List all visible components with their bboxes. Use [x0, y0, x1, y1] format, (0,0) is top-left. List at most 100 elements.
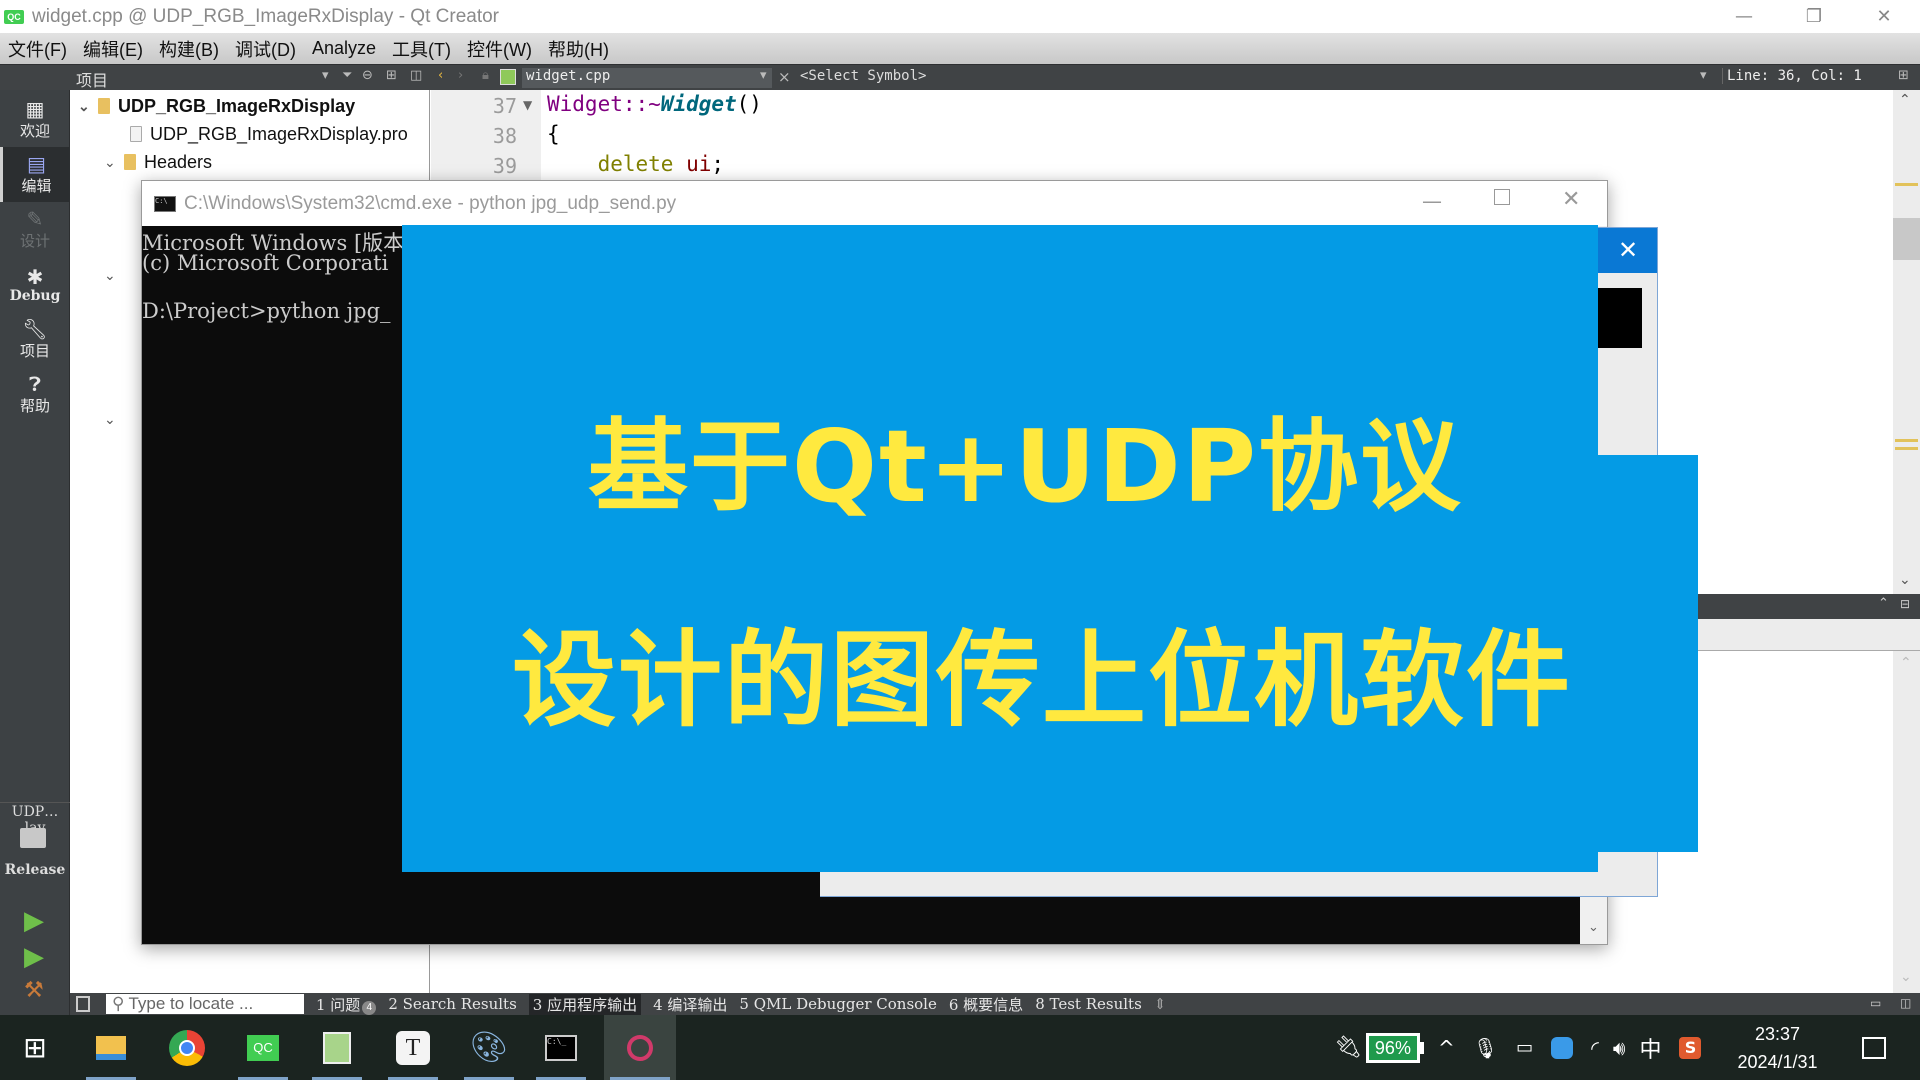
project-view-selector[interactable]: 项目	[76, 67, 108, 91]
back-arrow-icon[interactable]: ‹	[438, 68, 443, 83]
restore-button[interactable]: ❐	[1784, 0, 1844, 33]
tab-test-results[interactable]: 8 Test Results	[1035, 995, 1142, 1013]
tab-qml-debugger-console[interactable]: 5 QML Debugger Console	[739, 995, 936, 1013]
title-banner-extension	[1596, 455, 1698, 852]
battery-indicator[interactable]: 96%	[1365, 1032, 1420, 1063]
debug-run-icon[interactable]: ▶	[24, 942, 44, 972]
microphone-icon[interactable]: 🎙︎	[1473, 1036, 1498, 1060]
pro-file-icon	[130, 126, 142, 142]
split-icon[interactable]: ⊞	[386, 68, 397, 83]
receiver-close-button[interactable]: ✕	[1618, 236, 1638, 264]
scroll-up-icon[interactable]: ⌃	[1899, 92, 1911, 108]
taskbar-paint[interactable]: 🎨︎	[458, 1015, 520, 1080]
tree-root[interactable]: ⌄ UDP_RGB_ImageRxDisplay	[78, 92, 355, 120]
cursor-position[interactable]: Line: 36, Col: 1	[1722, 68, 1862, 84]
cmd-title-bar[interactable]: C:\ C:\Windows\System32\cmd.exe - python…	[142, 181, 1607, 226]
tree-item-pro[interactable]: UDP_RGB_ImageRxDisplay.pro	[130, 120, 408, 148]
filter-icon[interactable]: ⏷	[342, 68, 352, 83]
locator-input[interactable]: ⚲ Type to locate ...	[106, 994, 304, 1014]
tab-issues[interactable]: 1 问题 4	[316, 994, 377, 1015]
close-file-icon[interactable]: ×	[778, 68, 791, 86]
qt-creator-icon: QC	[247, 1034, 279, 1061]
taskbar-camera-app[interactable]	[604, 1015, 676, 1080]
mode-debug[interactable]: ✱ Debug	[0, 257, 70, 312]
more-tabs-icon[interactable]: ⇕	[1154, 995, 1167, 1013]
build-config[interactable]: Release	[2, 862, 68, 878]
menu-edit[interactable]: 编辑(E)	[83, 36, 143, 62]
chevron-down-icon[interactable]: ⌄	[104, 268, 124, 284]
close-sidebar-icon[interactable]: ◫	[410, 68, 422, 83]
mode-design[interactable]: ✎ 设计	[0, 202, 70, 257]
typora-icon: T	[396, 1030, 430, 1065]
mode-projects[interactable]: 🔧︎ 项目	[0, 312, 70, 367]
output-pane-minimize-icon[interactable]: ▭	[1870, 996, 1881, 1010]
cmd-minimize-button[interactable]: —	[1422, 189, 1442, 213]
scroll-down-icon[interactable]: ⌄	[1588, 920, 1599, 935]
code-token: Widget::~	[547, 92, 661, 116]
chevron-down-icon[interactable]: ⌄	[78, 98, 98, 115]
menu-debug[interactable]: 调试(D)	[235, 36, 296, 62]
close-button[interactable]: ✕	[1854, 0, 1914, 33]
fold-arrow-icon[interactable]: ▼	[523, 98, 532, 112]
split-editor-icon[interactable]: ⊞	[1898, 68, 1909, 83]
edit-icon: ▤	[27, 152, 46, 176]
menu-tools[interactable]: 工具(T)	[392, 36, 451, 62]
link-icon[interactable]: ⊖	[362, 68, 373, 83]
output-pane-layout-icon[interactable]: ◫	[1900, 996, 1911, 1010]
tab-general-messages[interactable]: 6 概要信息	[949, 994, 1023, 1015]
chevron-down-icon[interactable]: ⌄	[104, 154, 124, 171]
editor-scrollbar[interactable]: ⌃ ⌄	[1893, 90, 1920, 595]
minimize-button[interactable]: —	[1714, 0, 1774, 33]
scroll-up-icon[interactable]: ⌃	[1900, 655, 1912, 671]
code-line: delete ui;	[547, 152, 724, 176]
build-hammer-icon[interactable]: ⚒	[24, 978, 44, 1003]
run-icon[interactable]: ▶	[24, 906, 44, 936]
dropdown-arrow-icon[interactable]: ▾	[322, 68, 329, 83]
menu-analyze[interactable]: Analyze	[312, 38, 376, 59]
cmd-close-button[interactable]: ✕	[1562, 187, 1580, 212]
tab-search-results[interactable]: 2 Search Results	[388, 995, 516, 1013]
scroll-down-icon[interactable]: ⌄	[1900, 969, 1912, 985]
start-button[interactable]: ⊞	[4, 1015, 66, 1080]
tab-compile-output[interactable]: 4 编译输出	[653, 994, 727, 1015]
chat-app-icon[interactable]	[1551, 1036, 1574, 1059]
menu-file[interactable]: 文件(F)	[8, 36, 67, 62]
window-title: widget.cpp @ UDP_RGB_ImageRxDisplay - Qt…	[32, 5, 500, 27]
scroll-down-icon[interactable]: ⌄	[1899, 572, 1911, 588]
sogou-ime-icon[interactable]: S	[1679, 1036, 1702, 1059]
pane-menu-icon[interactable]: ⊟	[1900, 597, 1910, 611]
output-scrollbar[interactable]: ⌃ ⌄	[1893, 651, 1920, 993]
taskbar-chrome[interactable]	[156, 1015, 218, 1080]
mode-edit[interactable]: ▤ 编辑	[0, 147, 70, 202]
file-dropdown-icon[interactable]: ▾	[760, 68, 767, 83]
symbol-selector[interactable]: <Select Symbol>	[800, 68, 926, 84]
input-method-indicator[interactable]: 中	[1639, 1032, 1661, 1064]
mode-help[interactable]: ❓︎ 帮助	[0, 367, 70, 422]
volume-icon[interactable]: 🔊︎	[1613, 1036, 1626, 1060]
menu-build[interactable]: 构建(B)	[159, 36, 219, 62]
symbol-dropdown-icon[interactable]: ▾	[1700, 68, 1707, 83]
chevron-down-icon[interactable]: ⌄	[104, 412, 124, 428]
menu-controls[interactable]: 控件(W)	[467, 36, 532, 62]
taskbar-qt-creator[interactable]: QC	[232, 1015, 294, 1080]
tree-item-headers[interactable]: ⌄ Headers	[104, 148, 212, 176]
taskbar-notepad-plus-plus[interactable]	[306, 1015, 368, 1080]
mode-welcome[interactable]: ▦ 欢迎	[0, 92, 70, 147]
menu-help[interactable]: 帮助(H)	[548, 36, 609, 62]
taskbar-cmd[interactable]: C:\_	[530, 1015, 592, 1080]
toggle-sidebar-icon[interactable]	[76, 996, 90, 1012]
show-hidden-icons-button[interactable]: ^	[1438, 1036, 1455, 1060]
scroll-thumb[interactable]	[1893, 218, 1920, 260]
tab-application-output[interactable]: 3 应用程序输出	[528, 993, 642, 1015]
power-status-icon[interactable]: ▭	[1516, 1037, 1533, 1058]
maximize-pane-icon[interactable]: ⌃	[1878, 596, 1889, 611]
taskbar-file-explorer[interactable]	[80, 1015, 142, 1080]
cmd-maximize-button[interactable]	[1494, 189, 1510, 205]
clock[interactable]: 23:37 2024/1/31	[1737, 1020, 1817, 1076]
monitor-icon[interactable]	[20, 828, 46, 848]
notification-center-icon[interactable]	[1861, 1036, 1886, 1059]
open-file-selector[interactable]: widget.cpp	[522, 68, 772, 88]
forward-arrow-icon[interactable]: ›	[458, 68, 463, 83]
wifi-icon[interactable]: ◜	[1591, 1036, 1599, 1060]
taskbar-typora[interactable]: T	[382, 1015, 444, 1080]
